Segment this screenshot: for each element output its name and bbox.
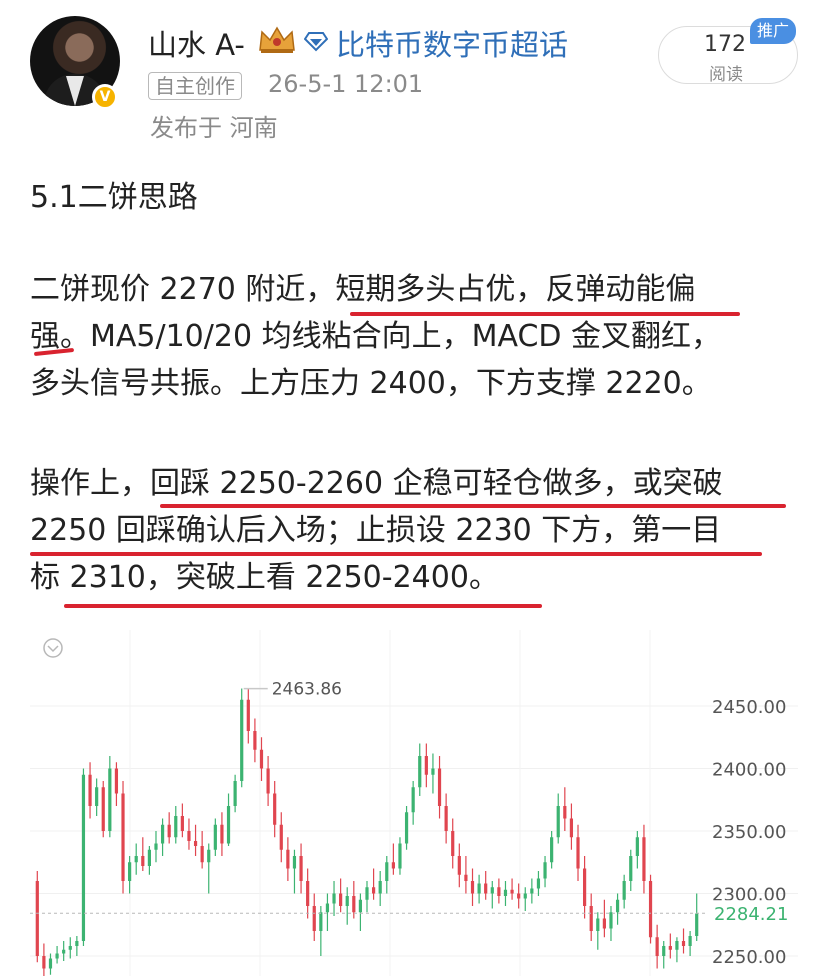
y-tick-label: 2350.00: [712, 822, 786, 843]
post-line: 强。MA5/10/20 均线粘合向上，MACD 金叉翻红，: [30, 319, 722, 354]
highlight-underline: [64, 604, 542, 608]
post-line: 二饼现价 2270 附近，短期多头占优，反弹动能偏: [30, 272, 696, 307]
candle: [81, 768, 86, 946]
candle: [35, 871, 39, 963]
candle: [648, 874, 653, 944]
username[interactable]: 山水 A-: [148, 22, 245, 64]
topic-link[interactable]: 比特币数字币超话: [336, 22, 568, 64]
candle: [240, 688, 244, 788]
post-line: 标 2310，突破上看 2250-2400。: [30, 560, 499, 595]
crown-icon: [259, 26, 295, 53]
y-tick-label: 2250.00: [712, 947, 786, 968]
read-label: 阅读: [709, 65, 743, 85]
high-price-label: 2463.86: [272, 680, 342, 700]
price-chart[interactable]: 2450.002400.002350.002300.002250.002284.…: [0, 626, 828, 976]
highlight-underline: [160, 504, 786, 508]
post-paragraph-2: 操作上，回踩 2250-2260 企稳可轻仓做多，或突破 2250 回踩确认后入…: [30, 460, 800, 601]
highlight-underline: [30, 552, 762, 556]
candle: [121, 781, 125, 894]
post-line: 多头信号共振。上方压力 2400，下方支撑 2220。: [30, 366, 712, 401]
read-count: 172: [704, 32, 746, 57]
promotion-badge: 推广: [750, 18, 796, 44]
post-paragraph-1: 二饼现价 2270 附近，短期多头占优，反弹动能偏 强。MA5/10/20 均线…: [30, 266, 800, 407]
y-tick-label: 2450.00: [712, 697, 786, 718]
y-tick-label: 2400.00: [712, 760, 786, 781]
candle: [101, 781, 105, 838]
current-price-label: 2284.21: [714, 904, 788, 925]
post-line: 2250 回踩确认后入场；止损设 2230 下方，第一目: [30, 513, 722, 548]
post-time: 26-5-1 12:01: [268, 70, 424, 98]
highlight-underline: [350, 312, 740, 316]
post-title: 5.1二饼思路: [30, 180, 198, 215]
post-line: 操作上，回踩 2250-2260 企稳可轻仓做多，或突破: [30, 466, 723, 501]
post-location: 发布于 河南: [150, 114, 278, 142]
candle: [404, 806, 409, 850]
v-badge-icon: V: [92, 84, 118, 110]
original-tag: 自主创作: [148, 72, 242, 100]
diamond-icon: [304, 32, 328, 52]
